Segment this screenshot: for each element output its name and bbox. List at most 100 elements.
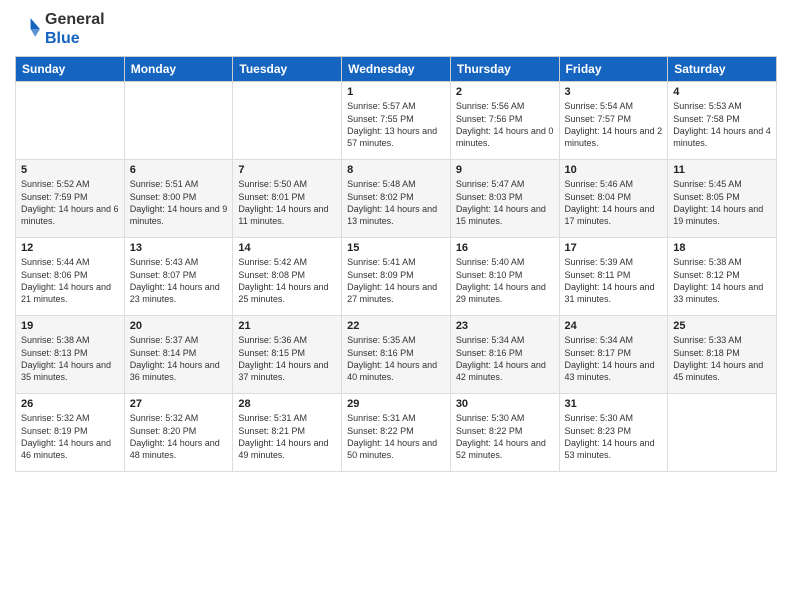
day-info: Sunrise: 5:38 AMSunset: 8:13 PMDaylight:… [21,334,119,383]
calendar-cell: 8 Sunrise: 5:48 AMSunset: 8:02 PMDaylight… [342,160,451,238]
day-number: 15 [347,242,445,254]
day-info: Sunrise: 5:46 AMSunset: 8:04 PMDaylight:… [565,178,663,227]
calendar-cell: 19 Sunrise: 5:38 AMSunset: 8:13 PMDayligh… [16,316,125,394]
day-number: 16 [456,242,554,254]
weekday-header: Monday [124,57,233,82]
day-number: 23 [456,320,554,332]
weekday-header: Tuesday [233,57,342,82]
calendar-cell: 6 Sunrise: 5:51 AMSunset: 8:00 PMDaylight… [124,160,233,238]
calendar-cell: 20 Sunrise: 5:37 AMSunset: 8:14 PMDayligh… [124,316,233,394]
day-info: Sunrise: 5:41 AMSunset: 8:09 PMDaylight:… [347,256,445,305]
calendar-cell: 31 Sunrise: 5:30 AMSunset: 8:23 PMDayligh… [559,394,668,472]
day-info: Sunrise: 5:51 AMSunset: 8:00 PMDaylight:… [130,178,228,227]
day-number: 14 [238,242,336,254]
day-number: 1 [347,86,445,98]
calendar-cell: 24 Sunrise: 5:34 AMSunset: 8:17 PMDayligh… [559,316,668,394]
weekday-header: Sunday [16,57,125,82]
day-number: 7 [238,164,336,176]
day-number: 5 [21,164,119,176]
day-info: Sunrise: 5:45 AMSunset: 8:05 PMDaylight:… [673,178,771,227]
day-number: 25 [673,320,771,332]
calendar-cell [124,82,233,160]
calendar-cell: 23 Sunrise: 5:34 AMSunset: 8:16 PMDayligh… [450,316,559,394]
day-info: Sunrise: 5:56 AMSunset: 7:56 PMDaylight:… [456,100,554,149]
day-info: Sunrise: 5:50 AMSunset: 8:01 PMDaylight:… [238,178,336,227]
calendar-cell: 21 Sunrise: 5:36 AMSunset: 8:15 PMDayligh… [233,316,342,394]
day-info: Sunrise: 5:30 AMSunset: 8:23 PMDaylight:… [565,412,663,461]
day-info: Sunrise: 5:31 AMSunset: 8:21 PMDaylight:… [238,412,336,461]
day-number: 26 [21,398,119,410]
logo: General Blue [15,10,105,48]
day-info: Sunrise: 5:36 AMSunset: 8:15 PMDaylight:… [238,334,336,383]
calendar-cell: 12 Sunrise: 5:44 AMSunset: 8:06 PMDayligh… [16,238,125,316]
calendar-week-row: 19 Sunrise: 5:38 AMSunset: 8:13 PMDayligh… [16,316,777,394]
day-info: Sunrise: 5:38 AMSunset: 8:12 PMDaylight:… [673,256,771,305]
day-number: 27 [130,398,228,410]
day-number: 3 [565,86,663,98]
page: General Blue SundayMondayTuesdayWednesda… [0,0,792,612]
calendar-table: SundayMondayTuesdayWednesdayThursdayFrid… [15,56,777,472]
day-info: Sunrise: 5:54 AMSunset: 7:57 PMDaylight:… [565,100,663,149]
weekday-header: Saturday [668,57,777,82]
calendar-cell: 15 Sunrise: 5:41 AMSunset: 8:09 PMDayligh… [342,238,451,316]
day-info: Sunrise: 5:30 AMSunset: 8:22 PMDaylight:… [456,412,554,461]
day-number: 19 [21,320,119,332]
calendar-cell [668,394,777,472]
day-info: Sunrise: 5:32 AMSunset: 8:20 PMDaylight:… [130,412,228,461]
weekday-header-row: SundayMondayTuesdayWednesdayThursdayFrid… [16,57,777,82]
calendar-cell: 1 Sunrise: 5:57 AMSunset: 7:55 PMDaylight… [342,82,451,160]
day-info: Sunrise: 5:31 AMSunset: 8:22 PMDaylight:… [347,412,445,461]
calendar-cell: 26 Sunrise: 5:32 AMSunset: 8:19 PMDayligh… [16,394,125,472]
calendar-cell: 18 Sunrise: 5:38 AMSunset: 8:12 PMDayligh… [668,238,777,316]
day-number: 17 [565,242,663,254]
calendar-cell: 25 Sunrise: 5:33 AMSunset: 8:18 PMDayligh… [668,316,777,394]
calendar-cell [16,82,125,160]
day-number: 4 [673,86,771,98]
day-info: Sunrise: 5:53 AMSunset: 7:58 PMDaylight:… [673,100,771,149]
day-number: 9 [456,164,554,176]
day-number: 20 [130,320,228,332]
logo-icon [15,15,43,43]
day-info: Sunrise: 5:34 AMSunset: 8:17 PMDaylight:… [565,334,663,383]
day-number: 29 [347,398,445,410]
day-number: 12 [21,242,119,254]
day-number: 18 [673,242,771,254]
calendar-cell: 4 Sunrise: 5:53 AMSunset: 7:58 PMDaylight… [668,82,777,160]
day-info: Sunrise: 5:32 AMSunset: 8:19 PMDaylight:… [21,412,119,461]
day-number: 31 [565,398,663,410]
day-info: Sunrise: 5:39 AMSunset: 8:11 PMDaylight:… [565,256,663,305]
weekday-header: Thursday [450,57,559,82]
day-info: Sunrise: 5:42 AMSunset: 8:08 PMDaylight:… [238,256,336,305]
day-number: 21 [238,320,336,332]
day-info: Sunrise: 5:40 AMSunset: 8:10 PMDaylight:… [456,256,554,305]
day-number: 28 [238,398,336,410]
weekday-header: Wednesday [342,57,451,82]
day-info: Sunrise: 5:34 AMSunset: 8:16 PMDaylight:… [456,334,554,383]
calendar-week-row: 5Sunrise: 5:52 AMSunset: 7:59 PMDaylight… [16,160,777,238]
calendar-cell: 7 Sunrise: 5:50 AMSunset: 8:01 PMDaylight… [233,160,342,238]
calendar-cell: 5Sunrise: 5:52 AMSunset: 7:59 PMDaylight… [16,160,125,238]
day-info: Sunrise: 5:47 AMSunset: 8:03 PMDaylight:… [456,178,554,227]
day-info: Sunrise: 5:37 AMSunset: 8:14 PMDaylight:… [130,334,228,383]
calendar-cell: 29 Sunrise: 5:31 AMSunset: 8:22 PMDayligh… [342,394,451,472]
calendar-cell: 22Sunrise: 5:35 AMSunset: 8:16 PMDayligh… [342,316,451,394]
calendar-cell: 13Sunrise: 5:43 AMSunset: 8:07 PMDayligh… [124,238,233,316]
day-number: 2 [456,86,554,98]
day-number: 8 [347,164,445,176]
weekday-header: Friday [559,57,668,82]
day-info: Sunrise: 5:44 AMSunset: 8:06 PMDaylight:… [21,256,119,305]
calendar-week-row: 26 Sunrise: 5:32 AMSunset: 8:19 PMDayligh… [16,394,777,472]
calendar-cell: 10 Sunrise: 5:46 AMSunset: 8:04 PMDayligh… [559,160,668,238]
day-number: 10 [565,164,663,176]
day-number: 11 [673,164,771,176]
day-number: 24 [565,320,663,332]
calendar-cell: 3 Sunrise: 5:54 AMSunset: 7:57 PMDaylight… [559,82,668,160]
day-number: 30 [456,398,554,410]
day-info: Sunrise: 5:48 AMSunset: 8:02 PMDaylight:… [347,178,445,227]
day-number: 6 [130,164,228,176]
calendar-cell: 30 Sunrise: 5:30 AMSunset: 8:22 PMDayligh… [450,394,559,472]
day-info: Sunrise: 5:33 AMSunset: 8:18 PMDaylight:… [673,334,771,383]
day-info: Sunrise: 5:57 AMSunset: 7:55 PMDaylight:… [347,100,445,149]
calendar-week-row: 12 Sunrise: 5:44 AMSunset: 8:06 PMDayligh… [16,238,777,316]
calendar-cell: 14 Sunrise: 5:42 AMSunset: 8:08 PMDayligh… [233,238,342,316]
